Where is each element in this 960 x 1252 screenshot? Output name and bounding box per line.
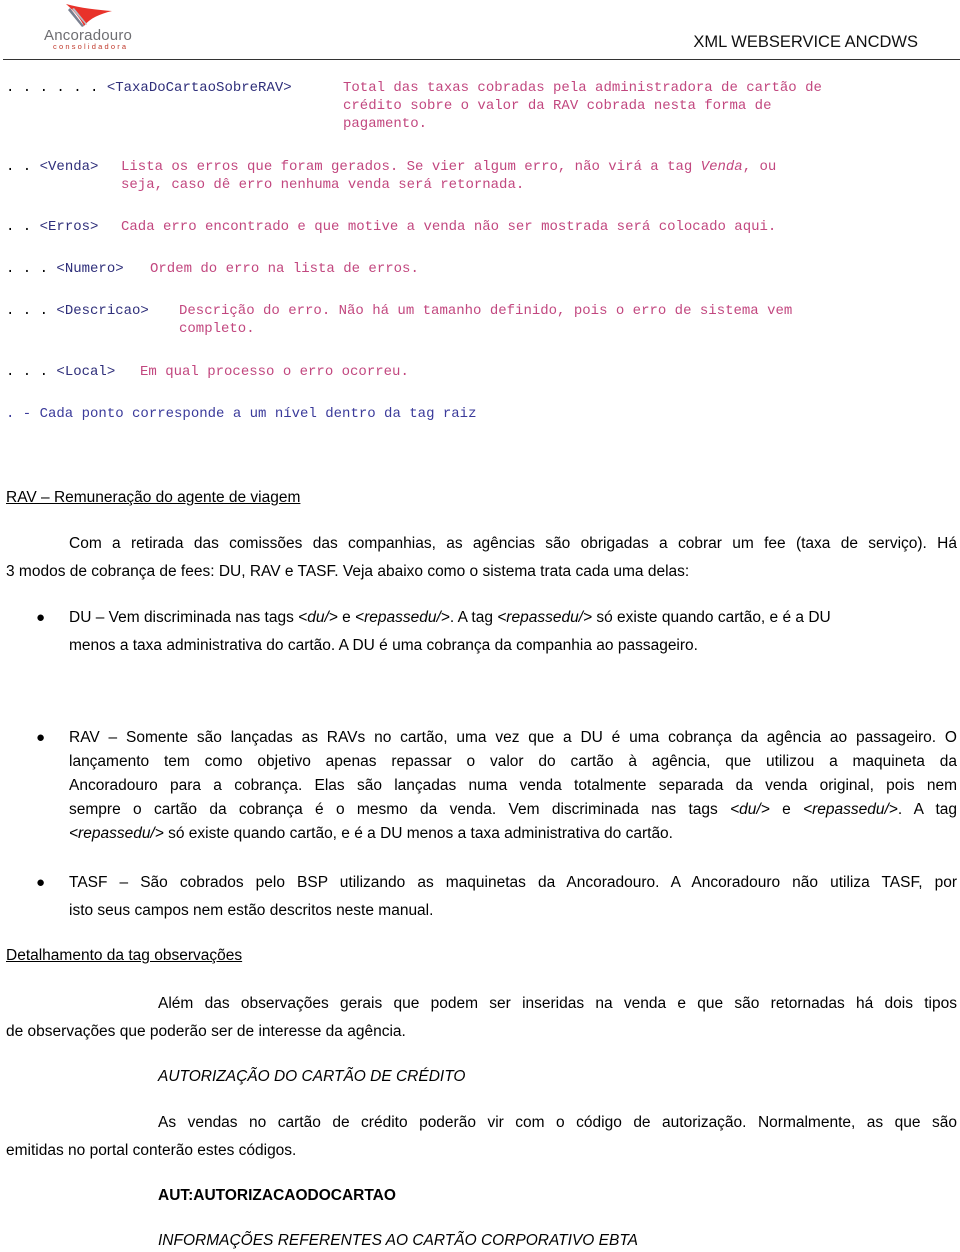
inline-tag: <repassedu/> bbox=[803, 801, 898, 818]
document-title: XML WEBSERVICE ANCDWS bbox=[693, 33, 918, 51]
xml-tag: <Descricao> bbox=[56, 303, 149, 319]
xml-field-description: Cada erro encontrado e que motive a vend… bbox=[121, 219, 777, 235]
inline-tag: <du/> bbox=[298, 609, 338, 626]
subsection-title: INFORMAÇÕES REFERENTES AO CARTÃO CORPORA… bbox=[158, 1232, 638, 1249]
bullet-text-line: TASF – São cobrados pelo BSP utilizando … bbox=[69, 874, 957, 891]
paragraph-line: emitidas no portal conterão estes código… bbox=[6, 1142, 297, 1159]
xml-field-description: Total das taxas cobradas pela administra… bbox=[343, 80, 822, 96]
xml-field-description: Lista os erros que foram gerados. Se vie… bbox=[121, 158, 776, 176]
paragraph-line: Com a retirada das comissões das companh… bbox=[69, 535, 957, 552]
xml-field-description: Em qual processo o erro ocorreu. bbox=[140, 364, 409, 380]
xml-field-description: Descrição do erro. Não há um tamanho def… bbox=[179, 303, 793, 319]
xml-field-row: . . . <Local> bbox=[6, 363, 115, 381]
section-heading: Detalhamento da tag observações bbox=[6, 947, 243, 964]
bullet-icon: ● bbox=[36, 609, 46, 626]
inline-tag: <repassedu/> bbox=[69, 825, 164, 842]
level-legend-note: . - Cada ponto corresponde a um nível de… bbox=[6, 406, 477, 422]
xml-field-row: . . <Venda> bbox=[6, 158, 98, 176]
ancoradouro-logo: Ancoradouro consolidadora bbox=[40, 2, 150, 52]
xml-tag: <Local> bbox=[56, 364, 116, 380]
text: . A tag bbox=[449, 609, 498, 626]
xml-field-row: . . . <Numero> bbox=[6, 260, 124, 278]
bullet-icon: ● bbox=[36, 874, 46, 891]
text: DU – Vem discriminada nas tags bbox=[69, 609, 299, 626]
section-heading: RAV – Remuneração do agente de viagem bbox=[6, 489, 301, 506]
bullet-text-line: DU – Vem discriminada nas tags <du/> e <… bbox=[69, 609, 831, 627]
bullet-text-line: lançamento tem como objetivo apenas repa… bbox=[69, 753, 957, 770]
bullet-text-line: RAV – Somente são lançadas as RAVs no ca… bbox=[69, 729, 957, 746]
level-dots: . . . bbox=[6, 261, 49, 277]
header-divider bbox=[3, 59, 960, 60]
level-dots: . . bbox=[6, 159, 32, 175]
inline-tag: <du/> bbox=[730, 801, 770, 818]
paragraph-line: As vendas no cartão de crédito poderão v… bbox=[158, 1114, 957, 1131]
xml-field-description: Ordem do erro na lista de erros. bbox=[150, 261, 419, 277]
subsection-title: AUTORIZAÇÃO DO CARTÃO DE CRÉDITO bbox=[158, 1068, 466, 1085]
bullet-icon: ● bbox=[36, 729, 46, 746]
text: sempre o cartão da cobrança é o mesmo da… bbox=[69, 801, 731, 818]
xml-field-row: . . <Erros> bbox=[6, 218, 98, 236]
bullet-text-line: sempre o cartão da cobrança é o mesmo da… bbox=[69, 801, 957, 819]
text: só existe quando cartão, e é a DU menos … bbox=[163, 825, 673, 842]
xml-field-row: . . . <Descricao> bbox=[6, 302, 149, 320]
page-header: Ancoradouro consolidadora XML WEBSERVICE… bbox=[0, 0, 960, 62]
xml-tag: <Venda> bbox=[39, 159, 99, 175]
bullet-text-line: isto seus campos nem estão descritos nes… bbox=[69, 902, 434, 919]
inline-tag: <repassedu/> bbox=[497, 609, 593, 626]
xml-tag: <Erros> bbox=[39, 219, 99, 235]
text: . A tag bbox=[897, 801, 957, 818]
bullet-text-line: <repassedu/> só existe quando cartão, e … bbox=[69, 825, 673, 843]
italic-tag-name: Venda bbox=[700, 159, 743, 175]
xml-field-row: . . . . . . <TaxaDoCartaoSobreRAV> bbox=[6, 79, 292, 97]
xml-field-description: crédito sobre o valor da RAV cobrada nes… bbox=[343, 98, 772, 114]
description-text: Lista os erros que foram gerados. Se vie… bbox=[121, 159, 701, 175]
xml-tag: <Numero> bbox=[56, 261, 124, 277]
bullet-text-line: menos a taxa administrativa do cartão. A… bbox=[69, 637, 698, 654]
inline-tag: <repassedu/> bbox=[355, 609, 450, 626]
logo-subtitle: consolidadora bbox=[53, 42, 129, 51]
bullet-text-line: Ancoradouro para a cobrança. Elas são la… bbox=[69, 777, 957, 794]
level-dots: . . . bbox=[6, 303, 49, 319]
description-text: , ou bbox=[742, 159, 777, 175]
text: só existe quando cartão, e é a DU bbox=[592, 609, 831, 626]
text: e bbox=[337, 609, 356, 626]
level-dots: . . . bbox=[6, 364, 49, 380]
xml-field-description: pagamento. bbox=[343, 116, 428, 132]
paragraph-line: 3 modos de cobrança de fees: DU, RAV e T… bbox=[6, 563, 690, 580]
xml-field-description: completo. bbox=[179, 321, 255, 337]
xml-tag: <TaxaDoCartaoSobreRAV> bbox=[106, 80, 292, 96]
level-dots: . . . . . . bbox=[6, 80, 99, 96]
paragraph-line: Além das observações gerais que podem se… bbox=[158, 995, 957, 1012]
code-example: AUT:AUTORIZACAODOCARTAO bbox=[158, 1187, 396, 1204]
xml-field-description: seja, caso dê erro nenhuma venda será re… bbox=[121, 177, 525, 193]
level-dots: . . bbox=[6, 219, 32, 235]
paragraph-line: de observações que poderão ser de intere… bbox=[6, 1023, 406, 1040]
text: e bbox=[769, 801, 804, 818]
